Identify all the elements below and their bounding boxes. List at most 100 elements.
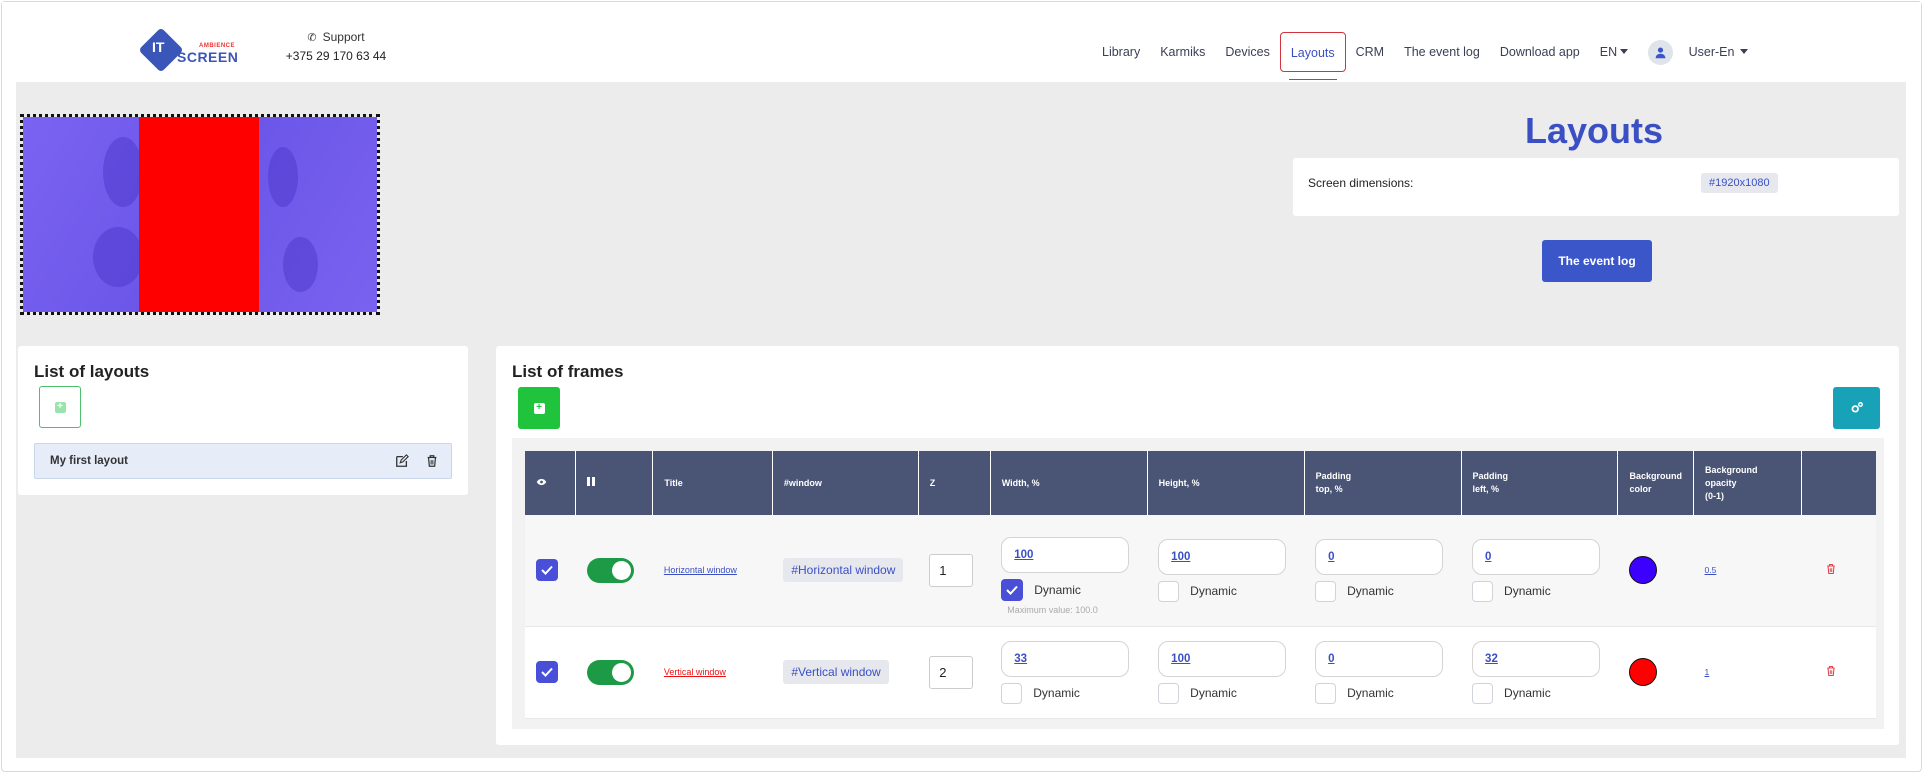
col-visible[interactable] (525, 451, 577, 515)
padding-left-dynamic[interactable]: Dynamic (1472, 682, 1607, 704)
col-window[interactable]: #window (772, 451, 919, 515)
support-contact[interactable]: ✆ Support +375 29 170 63 44 (281, 30, 391, 63)
col-z[interactable]: Z (918, 451, 991, 515)
col-padding-left-line1: Padding (1472, 471, 1509, 481)
col-bg-color-line2: color (1629, 484, 1652, 494)
support-phone: +375 29 170 63 44 (285, 49, 387, 63)
width-dynamic-checkbox[interactable] (1001, 682, 1023, 704)
padding-left-dynamic[interactable]: Dynamic (1472, 580, 1607, 602)
height-cell: 100 Dynamic (1147, 626, 1305, 719)
actions-cell (1801, 515, 1876, 627)
padding-left-dynamic-checkbox[interactable] (1472, 682, 1494, 704)
col-bg-opacity-line2: opacity (1705, 477, 1737, 488)
chevron-down-icon (1740, 49, 1749, 54)
dynamic-label: Dynamic (1034, 583, 1081, 598)
nav-devices[interactable]: Devices (1215, 32, 1279, 72)
nav-event-log[interactable]: The event log (1394, 32, 1490, 72)
col-padding-top-line2: top, % (1315, 484, 1343, 494)
active-cell (575, 515, 653, 627)
padding-top-dynamic-checkbox[interactable] (1315, 682, 1337, 704)
col-padding-top-line1: Padding (1315, 471, 1352, 481)
nav-library[interactable]: Library (1092, 32, 1150, 72)
padding-left-cell: 0 Dynamic (1461, 515, 1618, 627)
width-cell: 33 Dynamic (990, 626, 1148, 719)
settings-button[interactable] (1833, 387, 1880, 429)
opacity-link[interactable]: 0.5 (1705, 565, 1717, 575)
dynamic-label: Dynamic (1190, 584, 1237, 599)
gear-icon (1851, 402, 1863, 413)
col-padding-left[interactable]: Padding left, % (1461, 451, 1619, 515)
col-bg-opacity-line1: Background (1705, 464, 1758, 475)
padding-left-input[interactable]: 0 (1472, 538, 1601, 575)
add-layout-button[interactable]: + (39, 386, 81, 428)
padding-left-input[interactable]: 32 (1472, 640, 1601, 677)
edit-icon[interactable] (395, 454, 409, 468)
col-bg-opacity[interactable]: Background opacity (0-1) (1693, 451, 1802, 515)
user-menu[interactable]: User-En (1638, 32, 1758, 72)
padding-left-dynamic-checkbox[interactable] (1472, 580, 1494, 602)
padding-top-dynamic[interactable]: Dynamic (1315, 682, 1450, 704)
col-padding-top[interactable]: Padding top, % (1304, 451, 1462, 515)
z-cell: 2 (918, 626, 991, 719)
height-input[interactable]: 100 (1158, 640, 1287, 677)
col-height[interactable]: Height, % (1147, 451, 1305, 515)
trash-icon[interactable] (425, 454, 439, 468)
dynamic-label: Dynamic (1347, 686, 1394, 700)
width-cell: 100 Dynamic Maximum value: 100.0 (990, 515, 1148, 627)
support-label: Support (322, 30, 365, 44)
nav-layouts[interactable]: Layouts (1279, 32, 1346, 80)
nav-download-app[interactable]: Download app (1490, 32, 1590, 72)
col-width[interactable]: Width, % (990, 451, 1148, 515)
height-dynamic[interactable]: Dynamic (1158, 580, 1293, 602)
col-pause[interactable] (575, 451, 654, 515)
avatar (1648, 40, 1674, 66)
opacity-link[interactable]: 1 (1705, 667, 1710, 677)
col-title[interactable]: Title (652, 451, 773, 515)
padding-top-dynamic[interactable]: Dynamic (1315, 580, 1450, 602)
layout-list-item[interactable]: My first layout (34, 443, 452, 479)
frames-panel-title: List of frames (512, 362, 624, 381)
visible-checkbox[interactable] (536, 559, 558, 582)
bg-color-swatch[interactable] (1628, 658, 1657, 686)
padding-top-input[interactable]: 0 (1315, 538, 1444, 575)
trash-icon[interactable] (1825, 563, 1837, 575)
z-input[interactable]: 2 (929, 655, 974, 689)
active-toggle[interactable] (586, 557, 634, 583)
add-frame-button[interactable]: + (518, 387, 560, 429)
width-dynamic[interactable]: Dynamic (1001, 682, 1136, 704)
width-dynamic-checkbox[interactable] (1001, 579, 1024, 602)
bg-color-cell (1617, 626, 1694, 719)
preview-blob (93, 227, 143, 287)
preview-blob (283, 237, 318, 292)
frame-title-link[interactable]: Horizontal window (664, 565, 737, 575)
frame-title-link[interactable]: Vertical window (664, 667, 726, 677)
language-selector[interactable]: EN (1590, 32, 1638, 72)
layouts-panel-title: List of layouts (34, 362, 150, 381)
height-input[interactable]: 100 (1158, 538, 1287, 575)
visible-checkbox[interactable] (536, 661, 558, 683)
z-cell: 1 (918, 515, 991, 627)
dynamic-label: Dynamic (1504, 584, 1551, 599)
width-dynamic[interactable]: Dynamic (1001, 579, 1136, 602)
col-bg-color[interactable]: Background color (1617, 451, 1694, 515)
table-header-row: Title #window Z Width, % Height, % Paddi… (525, 451, 1876, 515)
window-tag: #Horizontal window (783, 558, 904, 583)
opacity-cell: 0.5 (1693, 515, 1802, 627)
nav-crm[interactable]: CRM (1346, 32, 1394, 72)
padding-top-input[interactable]: 0 (1315, 640, 1444, 677)
z-input[interactable]: 1 (929, 553, 974, 587)
padding-left-cell: 32 Dynamic (1461, 626, 1618, 719)
active-toggle[interactable] (586, 659, 634, 685)
width-input[interactable]: 33 (1001, 640, 1130, 677)
padding-top-dynamic-checkbox[interactable] (1315, 580, 1337, 602)
itscreen-logo[interactable]: IT AMBIENCE SCREEN (138, 27, 238, 73)
height-dynamic[interactable]: Dynamic (1158, 682, 1293, 704)
nav-karmiks[interactable]: Karmiks (1150, 32, 1215, 72)
height-dynamic-checkbox[interactable] (1158, 682, 1180, 704)
height-dynamic-checkbox[interactable] (1158, 580, 1180, 602)
bg-color-swatch[interactable] (1628, 556, 1657, 585)
dynamic-label: Dynamic (1347, 584, 1394, 599)
event-log-button[interactable]: The event log (1542, 240, 1652, 282)
trash-icon[interactable] (1825, 665, 1837, 677)
width-input[interactable]: 100 (1001, 537, 1130, 574)
